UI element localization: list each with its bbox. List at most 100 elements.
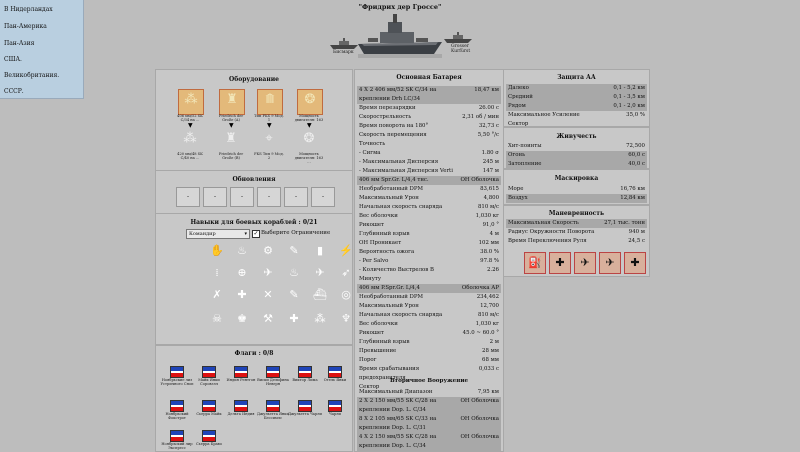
equipment-top-4[interactable]: ❂ — [297, 89, 323, 115]
main-battery-stat-value: 12,700 — [480, 303, 499, 309]
main-battery-stat-value: 1.80 σ — [481, 150, 499, 156]
arrow-down-icon: ▼ — [267, 122, 272, 129]
engine-icon[interactable]: ❂ — [302, 132, 316, 146]
main-battery-stat-value: 0,033 c — [478, 366, 499, 372]
nav-item-pan-asia[interactable]: Пан-Азия — [4, 40, 34, 47]
main-battery-stat-row: ОН Проникает 102 мм — [357, 239, 501, 248]
gunners-icon[interactable]: ♚ — [235, 312, 249, 326]
rocket-icon[interactable]: ➶ — [339, 266, 353, 280]
upgrade-slot-1[interactable]: - — [176, 187, 200, 207]
medkit-icon[interactable]: ✚ — [287, 312, 301, 326]
fire-control-icon[interactable]: ⌖ — [262, 132, 276, 146]
main-battery-stat-row: Порог 68 мм — [357, 356, 501, 365]
equipment-top-1[interactable]: ⁂ — [178, 89, 204, 115]
repair-icon[interactable]: ✚ — [549, 252, 571, 274]
maneuverability-stat-row: Время Переключения Руля 24,5 с — [506, 237, 647, 246]
wrench-icon[interactable]: ✎ — [287, 288, 301, 302]
nav-item-usa[interactable]: США. — [4, 56, 22, 63]
main-battery-stat-label: 4 X 2 406 мм/52 SK C/34 на — [359, 87, 437, 93]
fire-prevention-icon[interactable]: ♨ — [235, 244, 249, 258]
gunner-icon[interactable]: ✋ — [210, 244, 224, 258]
nav-item-uk[interactable]: Великобритания. — [4, 72, 59, 79]
shell-icon[interactable]: ▮ — [313, 244, 327, 258]
nav-item-pan-america[interactable]: Пан-Америка — [4, 23, 47, 30]
concealment-stat-label: Море — [508, 186, 524, 192]
nav-item-netherlands[interactable]: В Нидерландах — [4, 6, 53, 13]
concealment-stat-row: Море 16,76 км — [506, 185, 647, 194]
skull-icon[interactable]: ☠ — [210, 312, 224, 326]
cross-swords-icon[interactable]: ✕ — [261, 288, 275, 302]
previous-ship-image[interactable] — [330, 36, 358, 50]
main-battery-stat-value: ОН Оболочка — [460, 177, 499, 183]
hull-icon[interactable]: ♜ — [224, 132, 238, 146]
upgrade-slot-2[interactable]: - — [203, 187, 227, 207]
equipment-top-3[interactable]: ⟰ — [257, 89, 283, 115]
flag-item-6[interactable]: Отель Янки — [316, 366, 354, 382]
main-battery-stat-value: 26.00 c — [478, 105, 499, 111]
aa-title: Защита АА — [557, 74, 596, 81]
upgrade-slot-5[interactable]: - — [284, 187, 308, 207]
extinguisher-icon[interactable]: ♆ — [339, 312, 353, 326]
survivability-stat-value: 72,500 — [626, 143, 645, 149]
restriction-checkbox-label: Выберите Ограничение — [261, 230, 331, 236]
current-ship-image — [358, 14, 442, 58]
lightning-icon[interactable]: ⚡ — [339, 244, 353, 258]
main-battery-stat-label: - Количество Выстрелов В — [359, 267, 434, 273]
heal-icon[interactable]: ✚ — [624, 252, 646, 274]
target-icon[interactable]: ⊕ — [235, 266, 249, 280]
upgrade-slot-6[interactable]: - — [311, 187, 335, 207]
gunner-icon[interactable]: ✚ — [235, 288, 249, 302]
flag-item-14[interactable]: Сьерра Браво — [190, 430, 228, 446]
upgrade-slot-4[interactable]: - — [257, 187, 281, 207]
maneuverability-stat-label: Радиус Окружности Поворота — [508, 229, 595, 235]
main-battery-stat-row: Время перезарядки 26.00 c — [357, 104, 501, 113]
shells-icon[interactable]: ⁞ — [210, 266, 224, 280]
next-ship-image[interactable] — [444, 30, 472, 44]
nav-item-ussr[interactable]: СССР. — [4, 88, 24, 95]
main-battery-stat-row: Максимальный Урон 4,800 — [357, 194, 501, 203]
radar-icon[interactable]: ◎ — [339, 288, 353, 302]
skills-title: Навыки для боевых кораблей : 0/21 — [190, 219, 318, 226]
equipment-top-2[interactable]: ♜ — [219, 89, 245, 115]
plane-icon[interactable]: ✈ — [313, 266, 327, 280]
main-battery-stat-row: Рикошет 91,0 ° — [357, 221, 501, 230]
main-battery-stat-value: 32,73 c — [478, 123, 499, 129]
aa-stat-row: Рядом 0,1 - 2,0 км — [506, 102, 647, 111]
upgrade-slot-3[interactable]: - — [230, 187, 254, 207]
main-battery-stat-value: 91,0 ° — [482, 222, 499, 228]
hammer-icon[interactable]: ⚒ — [261, 312, 275, 326]
fuel-icon[interactable]: ⛽ — [524, 252, 546, 274]
flag-item-12[interactable]: Чарли — [316, 400, 354, 416]
flag-icon — [328, 400, 342, 412]
restriction-checkbox[interactable]: ✓ — [252, 230, 260, 238]
previous-ship-label[interactable]: Бисмарк — [333, 50, 354, 55]
main-battery-stat-value: 147 м — [482, 168, 499, 174]
main-battery-stat-row: Рикошет 45.0 ~ 60.0 ° — [357, 329, 501, 338]
main-battery-stat-label: Время перезарядки — [359, 105, 416, 111]
next-ship-label[interactable]: Grosser Kurfürst — [451, 44, 477, 54]
main-battery-icon[interactable]: ⁂ — [183, 132, 197, 146]
consumable-icon[interactable]: ⚙ — [261, 244, 275, 258]
main-battery-stat-label: Глубинный взрыв — [359, 231, 410, 237]
main-battery-stat-row: Время срабатывания 0,033 c — [357, 365, 501, 374]
ship-icon[interactable]: ⛴ — [313, 288, 327, 302]
aa-icon[interactable]: ⁂ — [313, 312, 327, 326]
wrench-icon[interactable]: ✎ — [287, 244, 301, 258]
main-battery-stat-label: 406 мм P.Spr.Gr. L/4,4 — [359, 285, 420, 291]
main-battery-stat-label: Превышение — [359, 348, 397, 354]
upgrades-title: Обновления — [232, 176, 276, 183]
aa-gun-icon[interactable]: ✈ — [261, 266, 275, 280]
nation-nav: В Нидерландах Пан-Америка Пан-Азия США. … — [0, 0, 84, 99]
maneuverability-stat-value: 24,5 с — [628, 238, 645, 244]
secondary-stat-label: Максимальный Диапазон — [359, 389, 433, 395]
commander-select-value: Командир — [189, 231, 216, 237]
commander-select[interactable]: Командир ▾ — [186, 229, 250, 239]
main-battery-stat-row: - Per Salvo 97.8 % — [357, 257, 501, 266]
main-battery-stat-label: Вес оболочки — [359, 321, 398, 327]
fire-icon[interactable]: ♨ — [287, 266, 301, 280]
crossed-icon[interactable]: ✗ — [210, 288, 224, 302]
flag-icon — [170, 366, 184, 378]
main-battery-stat-row: 406 мм Spr.Gr. L/4,4 тнс. ОН Оболочка — [357, 176, 501, 185]
spotter-plane-icon[interactable]: ✈ — [599, 252, 621, 274]
fighter-icon[interactable]: ✈ — [574, 252, 596, 274]
